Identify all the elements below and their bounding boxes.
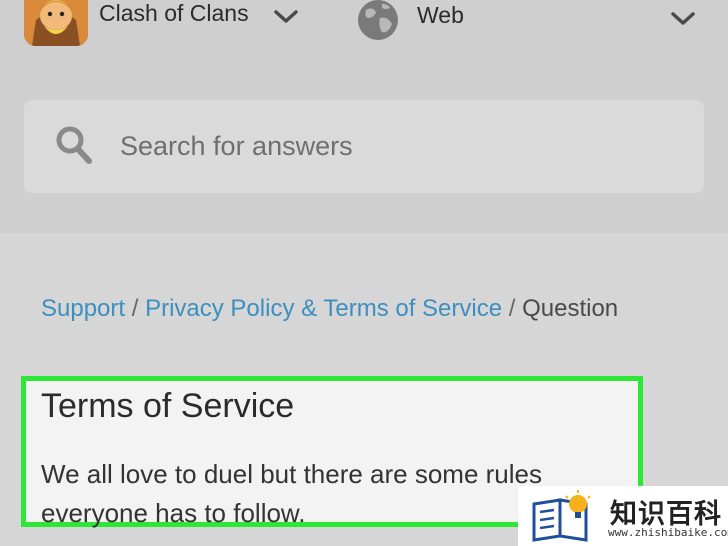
globe-icon[interactable] <box>356 0 400 42</box>
search-input[interactable]: Search for answers <box>24 100 704 193</box>
breadcrumb-separator: / <box>508 295 523 322</box>
chevron-down-icon[interactable] <box>274 10 298 24</box>
article-title: Terms of Service <box>41 387 295 425</box>
breadcrumb-current: Question <box>522 295 619 322</box>
breadcrumb-separator: / <box>131 295 146 322</box>
breadcrumb: Support / Privacy Policy & Terms of Serv… <box>41 295 618 323</box>
support-header: Clash of Clans Web Search for answers <box>0 0 728 233</box>
watermark-url: www.zhishibaike.com <box>608 526 728 539</box>
clash-of-clans-app-icon[interactable] <box>24 0 88 46</box>
search-placeholder: Search for answers <box>120 131 353 161</box>
watermark: 知识百科 www.zhishibaike.com <box>518 486 728 546</box>
platform-name[interactable]: Web <box>417 2 464 29</box>
breadcrumb-link-privacy-terms[interactable]: Privacy Policy & Terms of Service <box>145 295 502 322</box>
chevron-down-icon[interactable] <box>671 12 695 26</box>
book-lightbulb-logo-icon <box>530 490 598 542</box>
game-name[interactable]: Clash of Clans <box>99 0 249 27</box>
search-icon <box>54 124 94 166</box>
breadcrumb-link-support[interactable]: Support <box>41 295 125 322</box>
